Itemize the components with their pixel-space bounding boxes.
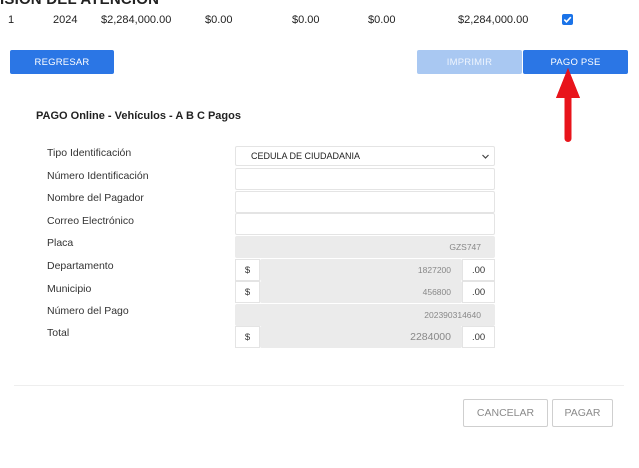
pay-button[interactable]: PAGAR	[552, 399, 613, 427]
payment-number-field: 202390314640	[235, 304, 495, 326]
id-type-label: Tipo Identificación	[47, 147, 132, 159]
department-field: 1827200	[260, 259, 462, 281]
print-button[interactable]: IMPRIMIR	[417, 50, 522, 74]
total-currency: $	[235, 326, 260, 348]
id-number-label: Número Identificación	[47, 170, 149, 182]
id-type-value: CEDULA DE CIUDADANIA	[251, 151, 361, 161]
municipality-cents: .00	[462, 281, 495, 303]
municipality-field: 456800	[260, 281, 462, 303]
back-button[interactable]: REGRESAR	[10, 50, 114, 74]
department-currency: $	[235, 259, 260, 281]
payer-name-input[interactable]	[235, 191, 495, 213]
row-amount1: $2,284,000.00	[101, 14, 172, 26]
id-type-select[interactable]: CEDULA DE CIUDADANIA	[235, 146, 495, 166]
check-icon	[563, 16, 572, 23]
row-amount3: $0.00	[292, 14, 320, 26]
annotation-arrow-icon	[556, 68, 580, 142]
row-amount2: $0.00	[205, 14, 233, 26]
row-year: 2024	[53, 14, 78, 26]
municipality-label: Municipio	[47, 283, 92, 295]
payer-name-label: Nombre del Pagador	[47, 192, 144, 204]
total-cents: .00	[462, 326, 495, 348]
plate-field: GZS747	[235, 236, 495, 258]
row-select-checkbox[interactable]	[562, 14, 573, 25]
department-label: Departamento	[47, 260, 114, 272]
email-label: Correo Electrónico	[47, 215, 134, 227]
municipality-currency: $	[235, 281, 260, 303]
chevron-down-icon	[482, 154, 489, 159]
payment-form-title: PAGO Online - Vehículos - A B C Pagos	[36, 110, 241, 122]
page-heading: ISIÓN DEL ATENCIÓN	[0, 0, 159, 8]
total-field: 2284000	[260, 326, 462, 348]
cancel-button[interactable]: CANCELAR	[463, 399, 548, 427]
department-cents: .00	[462, 259, 495, 281]
id-number-input[interactable]	[235, 168, 495, 190]
payment-number-label: Número del Pago	[47, 305, 129, 317]
row-amount4: $0.00	[368, 14, 396, 26]
footer-divider	[14, 385, 624, 386]
row-index: 1	[8, 14, 15, 26]
plate-label: Placa	[47, 237, 74, 249]
total-label: Total	[47, 327, 70, 339]
row-total: $2,284,000.00	[458, 14, 529, 26]
email-input[interactable]	[235, 213, 495, 235]
